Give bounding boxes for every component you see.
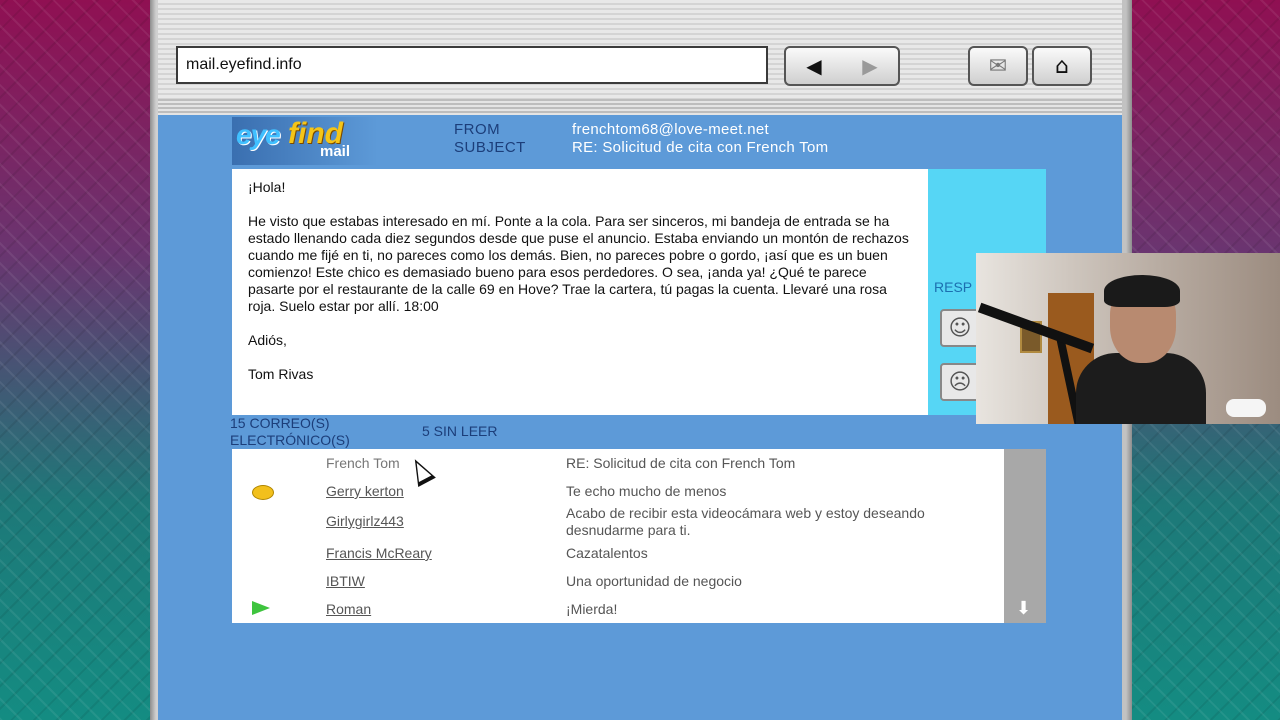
negative-reply-icon[interactable]: ☹ xyxy=(940,363,980,401)
home-icon[interactable]: ⌂ xyxy=(1032,46,1092,86)
subject-value: RE: Solicitud de cita con French Tom xyxy=(572,139,829,156)
back-arrow-icon[interactable]: ◀ xyxy=(786,48,842,84)
sender-name[interactable]: IBTIW xyxy=(326,573,365,589)
browser-toolbar: mail.eyefind.info ◀ ▶ ✉ ⌂ xyxy=(158,0,1122,117)
email-subject: Te echo mucho de menos xyxy=(566,483,727,499)
email-subject: Cazatalentos xyxy=(566,545,648,561)
url-bar[interactable]: mail.eyefind.info xyxy=(176,46,768,84)
sender-name[interactable]: Roman xyxy=(326,601,371,617)
logo-text-mail: mail xyxy=(320,143,351,160)
email-subject: Una oportunidad de negocio xyxy=(566,573,742,589)
from-label: FROM xyxy=(454,121,501,138)
sender-name[interactable]: Girlygirlz443 xyxy=(326,513,404,529)
inbox-list: French Tom RE: Solicitud de cita con Fre… xyxy=(232,449,1004,623)
webcam-person-body xyxy=(1076,353,1206,424)
message-body: ¡Hola! He visto que estabas interesado e… xyxy=(232,169,928,415)
replied-arrow-icon xyxy=(252,601,270,615)
email-subject: RE: Solicitud de cita con French Tom xyxy=(566,455,796,471)
message-greeting: ¡Hola! xyxy=(248,179,286,195)
forward-arrow-icon[interactable]: ▶ xyxy=(842,48,898,84)
respond-label: RESP xyxy=(934,279,973,295)
unread-dot-icon xyxy=(252,485,274,500)
email-count-line2: ELECTRÓNICO(S) xyxy=(230,432,350,448)
sender-name[interactable]: Gerry kerton xyxy=(326,483,404,499)
eyefind-mail-logo: eye find mail xyxy=(232,117,378,165)
sender-name[interactable]: French Tom xyxy=(326,455,400,471)
email-count: 15 CORREO(S) ELECTRÓNICO(S) xyxy=(230,415,350,449)
webcam-lamp xyxy=(1226,399,1266,417)
positive-reply-icon[interactable]: ☺ xyxy=(940,309,980,347)
message-signature: Tom Rivas xyxy=(248,366,314,382)
logo-text-eye: eye xyxy=(236,119,281,150)
message-text: He visto que estabas interesado en mí. P… xyxy=(248,213,909,314)
scroll-down-icon[interactable]: ⬇ xyxy=(1016,598,1031,619)
email-count-line1: 15 CORREO(S) xyxy=(230,415,330,431)
webcam-person-hair xyxy=(1104,275,1180,307)
envelope-icon[interactable]: ✉ xyxy=(968,46,1028,86)
inbox-scrollbar[interactable]: ⬇ xyxy=(1004,449,1046,623)
subject-label: SUBJECT xyxy=(454,139,526,156)
email-subject: ¡Mierda! xyxy=(566,601,618,617)
sender-name[interactable]: Francis McReary xyxy=(326,545,432,561)
webcam-overlay xyxy=(976,253,1280,424)
nav-buttons: ◀ ▶ xyxy=(784,46,900,86)
unread-count: 5 SIN LEER xyxy=(422,423,498,439)
from-value: frenchtom68@love-meet.net xyxy=(572,121,769,138)
email-subject: Acabo de recibir esta videocámara web y … xyxy=(566,505,925,538)
message-signoff: Adiós, xyxy=(248,332,287,348)
